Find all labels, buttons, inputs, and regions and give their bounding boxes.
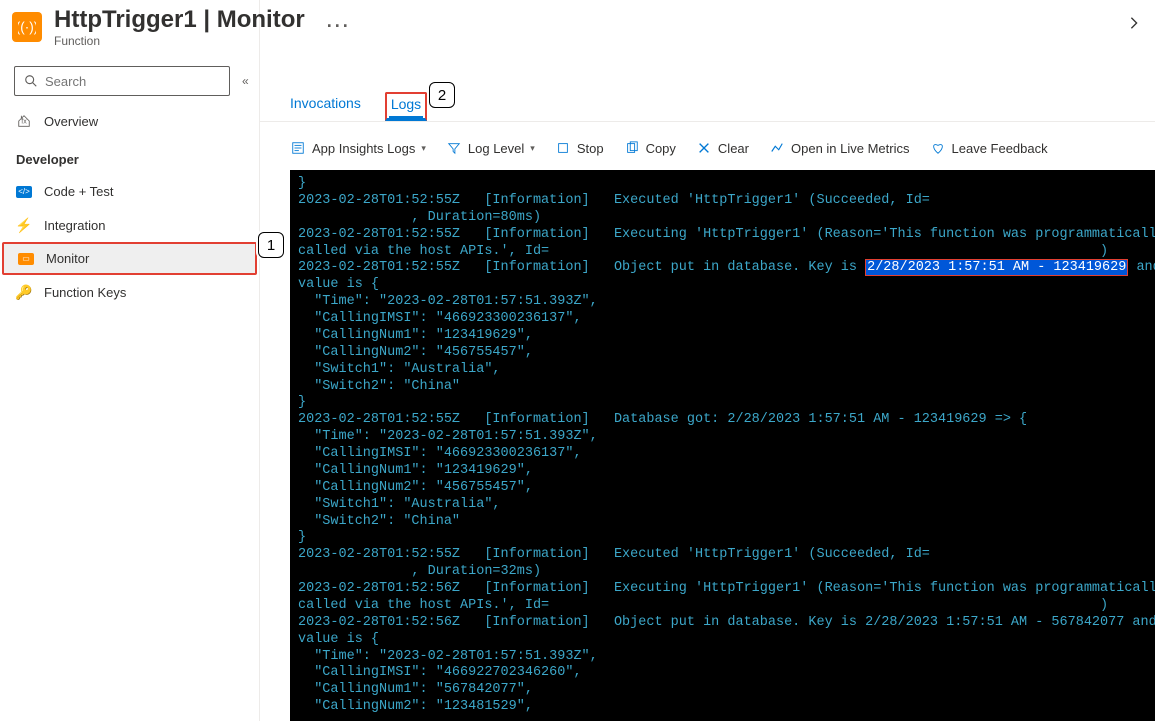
stop-button[interactable]: Stop — [555, 140, 604, 156]
sidebar: « fx Overview Developer </> Code + Test … — [0, 0, 260, 721]
callout-2: 2 — [429, 82, 455, 108]
clear-label: Clear — [718, 141, 749, 156]
svg-text:((·)): ((·)) — [18, 19, 36, 34]
clear-button[interactable]: Clear — [696, 140, 749, 156]
log-console[interactable]: } 2023-02-28T01:52:55Z [Information] Exe… — [290, 170, 1155, 721]
nav-monitor[interactable]: ▭ Monitor — [2, 242, 257, 275]
chevron-down-icon: ▾ — [530, 143, 535, 154]
nav-overview-label: Overview — [44, 114, 98, 129]
heart-icon — [930, 140, 946, 156]
nav-function-keys-label: Function Keys — [44, 285, 126, 300]
open-live-metrics-button[interactable]: Open in Live Metrics — [769, 140, 910, 156]
integration-icon: ⚡ — [16, 217, 32, 233]
search-icon — [23, 73, 39, 89]
page-subtitle: Function — [54, 34, 305, 48]
live-metrics-icon — [769, 140, 785, 156]
monitor-icon: ▭ — [18, 253, 34, 265]
collapse-sidebar-icon[interactable]: « — [238, 70, 253, 92]
nav-monitor-label: Monitor — [46, 251, 89, 266]
main-content: Invocations Logs App Insights Logs ▾ Log… — [260, 0, 1155, 721]
log-level-button[interactable]: Log Level ▾ — [446, 140, 535, 156]
stop-icon — [555, 140, 571, 156]
page-title: HttpTrigger1 | Monitor — [54, 6, 305, 34]
nav-overview[interactable]: fx Overview — [0, 104, 259, 138]
toolbar: App Insights Logs ▾ Log Level ▾ Stop — [260, 122, 1155, 170]
search-input[interactable] — [45, 74, 221, 89]
nav-code-test-label: Code + Test — [44, 184, 114, 199]
leave-feedback-button[interactable]: Leave Feedback — [930, 140, 1048, 156]
callout-1: 1 — [258, 232, 284, 258]
section-developer: Developer — [0, 138, 259, 175]
copy-label: Copy — [646, 141, 676, 156]
log-text-post: and value is { "Time": "2023-02-28T01:57… — [298, 260, 1155, 714]
svg-text:fx: fx — [21, 119, 27, 126]
code-icon: </> — [16, 186, 32, 198]
tab-logs[interactable]: Logs — [385, 92, 427, 121]
logs-icon — [290, 140, 306, 156]
key-icon: 🔑 — [16, 284, 32, 300]
chevron-down-icon: ▾ — [421, 143, 426, 154]
clear-icon — [696, 140, 712, 156]
log-level-label: Log Level — [468, 141, 524, 156]
tabs: Invocations Logs — [260, 84, 1155, 122]
function-app-icon: ((·)) — [12, 12, 42, 42]
copy-icon — [624, 140, 640, 156]
live-metrics-label: Open in Live Metrics — [791, 141, 910, 156]
nav-integration-label: Integration — [44, 218, 105, 233]
log-highlight-key: 2/28/2023 1:57:51 AM - 123419629 — [865, 259, 1128, 276]
filter-icon — [446, 140, 462, 156]
header-more-button[interactable]: ··· — [327, 16, 351, 37]
app-insights-logs-button[interactable]: App Insights Logs ▾ — [290, 140, 426, 156]
overview-icon: fx — [16, 113, 32, 129]
copy-button[interactable]: Copy — [624, 140, 676, 156]
nav-integration[interactable]: ⚡ Integration — [0, 208, 259, 242]
search-box[interactable] — [14, 66, 230, 96]
tab-invocations[interactable]: Invocations — [290, 95, 361, 121]
app-insights-label: App Insights Logs — [312, 141, 415, 156]
leave-feedback-label: Leave Feedback — [952, 141, 1048, 156]
stop-label: Stop — [577, 141, 604, 156]
nav-function-keys[interactable]: 🔑 Function Keys — [0, 275, 259, 309]
nav-code-test[interactable]: </> Code + Test — [0, 175, 259, 208]
